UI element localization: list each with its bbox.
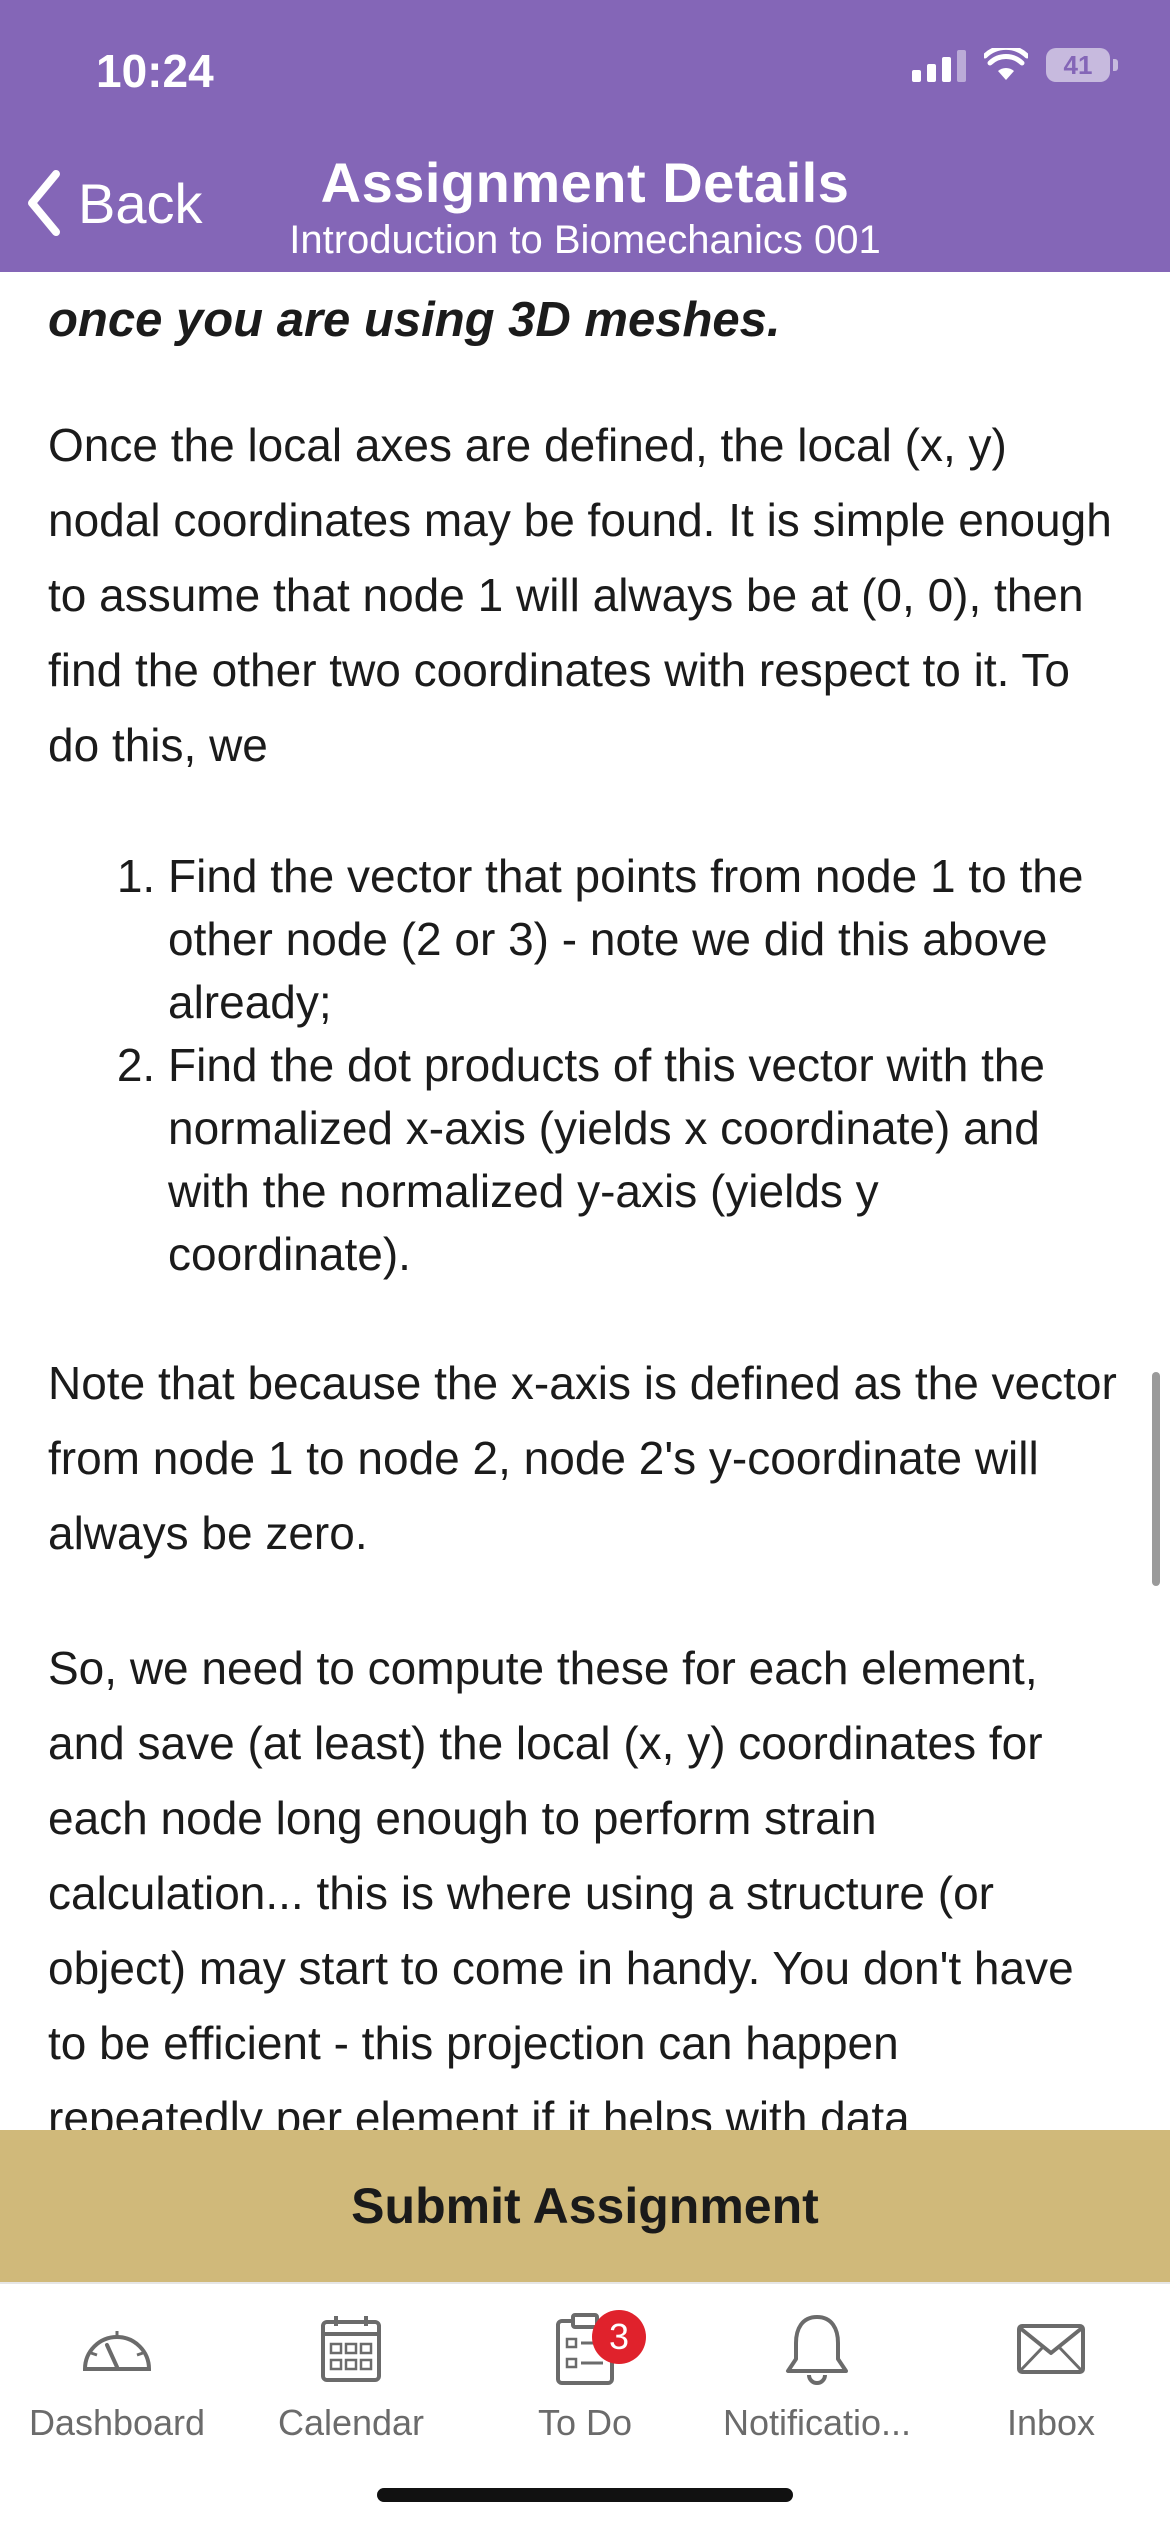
status-time: 10:24 [96, 45, 214, 97]
tab-inbox[interactable]: Inbox [936, 2306, 1166, 2444]
cellular-signal-icon [912, 48, 966, 82]
inbox-icon [1017, 2324, 1085, 2374]
bell-icon [786, 2315, 848, 2385]
status-icons: 41 [912, 48, 1118, 82]
steps-list: Find the vector that points from node 1 … [48, 845, 1122, 1286]
paragraph-local-coordinates: Once the local axes are defined, the loc… [48, 419, 1112, 771]
tab-notifications[interactable]: Notificatio... [702, 2306, 932, 2444]
paragraph-x-axis-note: Note that because the x-axis is defined … [48, 1357, 1117, 1559]
submit-assignment-button[interactable]: Submit Assignment [0, 2130, 1170, 2282]
tab-label: To Do [537, 2402, 633, 2443]
dashboard-icon [82, 2331, 152, 2371]
course-subtitle: Introduction to Biomechanics 001 [289, 218, 881, 262]
tab-todo[interactable]: 3 To Do [470, 2306, 700, 2444]
tab-label: Dashboard [28, 2402, 206, 2443]
step-item: Find the dot products of this vector wit… [168, 1034, 1122, 1286]
todo-count-badge: 3 [592, 2310, 646, 2364]
tab-label: Notificatio... [722, 2402, 912, 2443]
scrollbar[interactable] [1152, 1372, 1160, 1586]
tab-label: Calendar [277, 2402, 425, 2443]
calendar-icon [321, 2316, 381, 2382]
tab-calendar[interactable]: Calendar [236, 2306, 466, 2444]
battery-icon: 41 [1046, 48, 1118, 82]
tab-label: Inbox [1006, 2402, 1096, 2443]
wifi-icon [984, 48, 1028, 80]
page-title: Assignment Details [320, 151, 850, 214]
app-header: 10:24 41 Back Assignment Details Introdu… [0, 0, 1170, 272]
battery-level: 41 [1063, 49, 1093, 80]
assignment-description[interactable]: once you are using 3D meshes. Once the l… [0, 272, 1170, 2130]
home-indicator[interactable] [377, 2488, 793, 2502]
step-item: Find the vector that points from node 1 … [168, 845, 1122, 1034]
tab-dashboard[interactable]: Dashboard [2, 2306, 232, 2444]
emphasis-text: once you are using 3D meshes. [48, 293, 781, 347]
paragraph-compute-elements: So, we need to compute these for each el… [48, 1642, 1074, 2130]
